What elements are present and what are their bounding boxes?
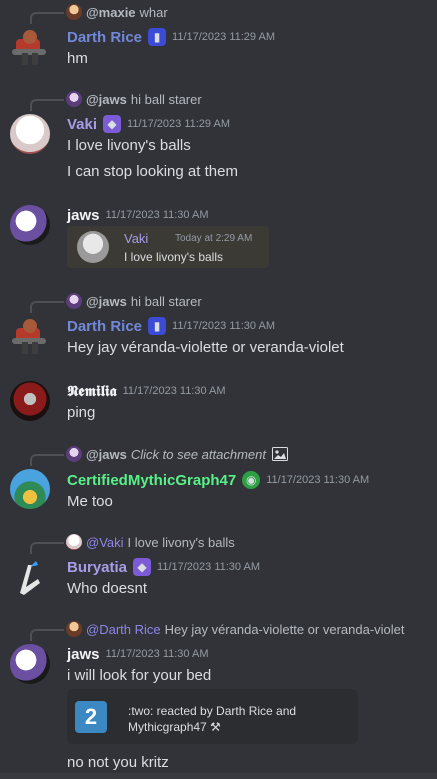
reply-connector xyxy=(30,12,64,24)
timestamp[interactable]: 11/17/2023 11:30 AM xyxy=(106,648,209,660)
quoted-avatar xyxy=(77,231,109,263)
message-text: hm xyxy=(67,50,88,67)
reply-username[interactable]: @jaws xyxy=(86,92,127,107)
author-name[interactable]: Buryatia xyxy=(67,559,127,576)
avatar[interactable] xyxy=(10,27,50,67)
avatar[interactable] xyxy=(10,114,50,154)
message-text: Hey jay véranda-violette or veranda-viol… xyxy=(67,339,344,356)
reply-preview[interactable]: @jaws hi ball starer xyxy=(66,90,202,108)
author-name[interactable]: 𝕹𝖊𝖒𝖎𝖑𝖎𝖆 xyxy=(67,382,117,400)
role-icon: ▮ xyxy=(148,28,167,46)
author-name[interactable]: Darth Rice xyxy=(67,29,142,46)
message-input-edge xyxy=(0,773,437,779)
reply-username[interactable]: @Vaki xyxy=(86,535,124,550)
message-text: I can stop looking at them xyxy=(67,163,238,180)
reply-avatar xyxy=(66,91,82,107)
message-text: Who doesnt xyxy=(67,580,148,597)
reply-text[interactable]: Click to see attachment xyxy=(131,447,266,462)
quoted-author: Vaki xyxy=(124,231,149,246)
avatar[interactable] xyxy=(10,557,50,597)
message-header: jaws 11/17/2023 11:30 AM xyxy=(67,643,208,665)
timestamp[interactable]: 11/17/2023 11:30 AM xyxy=(106,209,209,221)
message-header: 𝕹𝖊𝖒𝖎𝖑𝖎𝖆 11/17/2023 11:30 AM xyxy=(67,380,226,402)
message-header: Vaki ◆ 11/17/2023 11:29 AM xyxy=(67,113,230,135)
timestamp[interactable]: 11/17/2023 11:30 AM xyxy=(157,561,260,573)
reply-avatar xyxy=(66,4,82,20)
reply-text: whar xyxy=(139,4,168,20)
reaction-embed[interactable]: 2 :two: reacted by Darth Rice and Mythic… xyxy=(67,689,358,744)
embed-line: Mythicgraph47 ⚒ xyxy=(128,720,221,734)
avatar[interactable] xyxy=(10,381,50,421)
role-icon: ◆ xyxy=(103,115,122,133)
message-header: jaws 11/17/2023 11:30 AM xyxy=(67,204,208,226)
reply-preview[interactable]: @jaws hi ball starer xyxy=(66,292,202,310)
reply-connector xyxy=(30,301,64,313)
message-text: no not you kritz xyxy=(67,754,169,771)
reply-text: hi ball starer xyxy=(130,293,202,309)
chat-messages: @maxie whar Darth Rice ▮ 11/17/2023 11:2… xyxy=(0,0,437,779)
message-header: Buryatia ◆ 11/17/2023 11:30 AM xyxy=(67,556,260,578)
reply-avatar xyxy=(66,621,82,637)
embed-line: :two: reacted by Darth Rice and xyxy=(128,704,297,718)
number-two-icon: 2 xyxy=(75,701,107,733)
avatar[interactable] xyxy=(10,644,50,684)
reply-username[interactable]: @maxie xyxy=(86,5,136,20)
timestamp[interactable]: 11/17/2023 11:29 AM xyxy=(127,118,230,130)
quoted-text: I love livony's balls xyxy=(124,250,223,264)
author-name[interactable]: jaws xyxy=(67,207,100,224)
reply-preview[interactable]: @maxie whar xyxy=(66,3,168,21)
author-name[interactable]: Vaki xyxy=(67,116,97,133)
quoted-message[interactable]: Vaki Today at 2:29 AM I love livony's ba… xyxy=(67,226,269,268)
buryatia-avatar-icon xyxy=(20,561,40,595)
reply-avatar xyxy=(66,293,82,309)
reply-avatar xyxy=(66,446,82,462)
role-icon: ◉ xyxy=(242,471,261,489)
timestamp[interactable]: 11/17/2023 11:30 AM xyxy=(266,474,369,486)
reply-username[interactable]: @Darth Rice xyxy=(86,622,161,637)
role-icon: ▮ xyxy=(148,317,167,335)
timestamp[interactable]: 11/17/2023 11:30 AM xyxy=(172,320,275,332)
avatar[interactable] xyxy=(10,316,50,356)
reply-avatar xyxy=(66,534,82,550)
reply-preview[interactable]: @Vaki I love livony's balls xyxy=(66,533,235,551)
reply-text: Hey jay véranda-violette or veranda-viol… xyxy=(164,621,405,637)
role-icon: ◆ xyxy=(133,558,152,576)
reply-username[interactable]: @jaws xyxy=(86,294,127,309)
darth-rice-avatar-icon xyxy=(12,30,46,65)
reply-connector xyxy=(30,454,64,466)
quoted-timestamp: Today at 2:29 AM xyxy=(175,233,253,244)
message-text: I love livony's balls xyxy=(67,137,191,154)
reply-preview[interactable]: @Darth Rice Hey jay véranda-violette or … xyxy=(66,620,405,638)
author-name[interactable]: jaws xyxy=(67,646,100,663)
embed-text: :two: reacted by Darth Rice and Mythicgr… xyxy=(128,703,296,735)
message-text: i will look for your bed xyxy=(67,667,212,684)
message-text: ping xyxy=(67,404,96,421)
image-icon xyxy=(272,447,288,461)
avatar[interactable] xyxy=(10,469,50,509)
timestamp[interactable]: 11/17/2023 11:29 AM xyxy=(172,31,275,43)
message-text: Me too xyxy=(67,493,113,510)
reply-connector xyxy=(30,629,64,641)
reply-text: hi ball starer xyxy=(130,91,202,107)
author-name[interactable]: CertifiedMythicGraph47 xyxy=(67,472,236,489)
reply-connector xyxy=(30,542,64,554)
darth-rice-avatar-icon xyxy=(12,319,46,354)
message-header: Darth Rice ▮ 11/17/2023 11:29 AM xyxy=(67,26,275,48)
message-header: Darth Rice ▮ 11/17/2023 11:30 AM xyxy=(67,315,275,337)
message-header: CertifiedMythicGraph47 ◉ 11/17/2023 11:3… xyxy=(67,469,369,491)
reply-text: I love livony's balls xyxy=(127,534,235,550)
timestamp[interactable]: 11/17/2023 11:30 AM xyxy=(123,385,226,397)
avatar[interactable] xyxy=(10,205,50,245)
reply-username[interactable]: @jaws xyxy=(86,447,127,462)
author-name[interactable]: Darth Rice xyxy=(67,318,142,335)
reply-connector xyxy=(30,99,64,111)
reply-preview[interactable]: @jaws Click to see attachment xyxy=(66,445,288,463)
